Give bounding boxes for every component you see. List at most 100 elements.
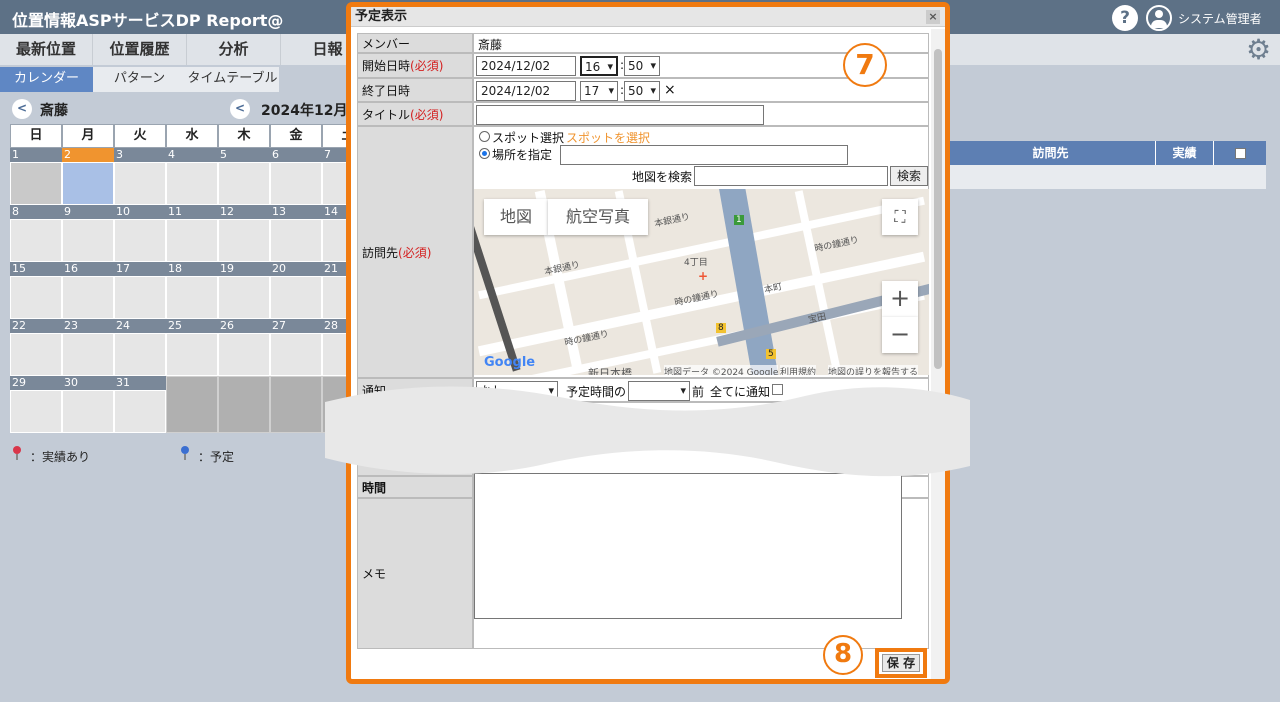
prev-member-icon[interactable]: < [12,99,32,119]
calendar-day-cell[interactable] [218,333,270,376]
place-specify-radio[interactable] [479,148,490,159]
calendar-day-number[interactable]: 1 [10,148,62,162]
calendar-day-cell[interactable] [218,276,270,319]
calendar-day-number[interactable]: 30 [62,376,114,390]
save-button[interactable]: 保 存 [882,654,920,672]
select-all-checkbox[interactable] [1234,148,1246,159]
calendar-day-cell[interactable] [114,219,166,262]
calendar-day-number[interactable]: 31 [114,376,166,390]
scrollbar-thumb[interactable] [934,49,942,369]
calendar-day-cell[interactable] [62,390,114,433]
end-hour-select[interactable]: 17 [580,81,618,101]
nav-analysis[interactable]: 分析 [187,34,281,65]
start-min-select[interactable]: 50 [624,56,660,76]
calendar-day-number[interactable]: 13 [270,205,322,219]
calendar-day-number[interactable]: 27 [270,319,322,333]
calendar-day-cell[interactable] [166,219,218,262]
calendar-day-number[interactable]: 25 [166,319,218,333]
end-min-select[interactable]: 50 [624,81,660,101]
calendar-day-number[interactable]: 22 [10,319,62,333]
calendar-day-cell[interactable] [10,333,62,376]
calendar-day-cell[interactable] [166,276,218,319]
map-search-button[interactable]: 検索 [890,166,928,186]
calendar-day-cell[interactable] [270,219,322,262]
title-input[interactable] [476,105,764,125]
calendar-day-number[interactable]: 29 [10,376,62,390]
start-date-input[interactable]: 2024/12/02 [476,56,576,76]
calendar-day-number[interactable]: 20 [270,262,322,276]
modal-scrollbar[interactable] [931,29,945,679]
calendar-day-cell[interactable] [62,276,114,319]
calendar-day-number[interactable]: 9 [62,205,114,219]
calendar-day-number[interactable]: 2 [62,148,114,162]
nav-latest-position[interactable]: 最新位置 [0,34,93,65]
help-icon[interactable]: ? [1112,5,1138,31]
calendar-day-cell[interactable] [218,162,270,205]
calendar-day-number[interactable]: 23 [62,319,114,333]
calendar-day-number[interactable]: 15 [10,262,62,276]
map-type-map[interactable]: 地図 [484,199,548,235]
calendar-day-number[interactable]: 24 [114,319,166,333]
end-date-input[interactable]: 2024/12/02 [476,81,576,101]
clear-end-icon[interactable]: × [664,82,676,98]
gear-icon[interactable]: ⚙ [1246,36,1271,64]
tab-timetable[interactable]: タイムテーブル [186,67,279,92]
weekday-wed: 水 [166,124,218,148]
tab-calendar[interactable]: カレンダー [0,67,93,92]
annotation-seven: 7 [843,43,887,87]
prev-month-icon[interactable]: < [230,99,250,119]
fullscreen-icon[interactable]: ⛶ [882,199,918,235]
zoom-out-button[interactable]: − [882,317,918,353]
calendar-day-number[interactable]: 6 [270,148,322,162]
map-terms-link[interactable]: 利用規約 [780,365,817,375]
table-row [946,165,1266,189]
save-button-highlight: 保 存 [875,648,927,678]
calendar-day-number[interactable]: 3 [114,148,166,162]
calendar-day-cell[interactable] [10,390,62,433]
calendar-day-number[interactable]: 10 [114,205,166,219]
calendar-day-cell[interactable] [270,162,322,205]
calendar-day-cell[interactable] [114,390,166,433]
tab-pattern[interactable]: パターン [93,67,186,92]
calendar-day-number[interactable]: 12 [218,205,270,219]
calendar-day-number[interactable]: 18 [166,262,218,276]
calendar-day-cell[interactable] [218,219,270,262]
memo-textarea[interactable] [474,473,902,619]
zoom-in-button[interactable]: + [882,281,918,317]
spot-select-radio[interactable] [479,131,490,142]
map-report-link[interactable]: 地図の誤りを報告する [828,365,919,375]
map-type-aerial[interactable]: 航空写真 [548,199,648,235]
calendar-day-number[interactable]: 17 [114,262,166,276]
calendar-day-cell[interactable] [10,162,62,205]
user-name[interactable]: システム管理者 [1178,10,1262,27]
calendar-day-cell[interactable] [166,162,218,205]
calendar-day-cell[interactable] [166,333,218,376]
calendar-day-cell[interactable] [62,162,114,205]
start-hour-select[interactable]: 16 [580,56,618,76]
user-icon[interactable] [1146,5,1172,31]
map-label: 本銀通り [653,212,691,230]
calendar-day-cell[interactable] [114,162,166,205]
close-icon[interactable]: × [926,10,940,24]
calendar-day-cell[interactable] [62,333,114,376]
calendar-day-number[interactable]: 5 [218,148,270,162]
calendar-day-cell[interactable] [270,276,322,319]
calendar-empty-cell [218,376,270,433]
calendar-day-cell[interactable] [62,219,114,262]
place-input[interactable] [560,145,848,165]
map-search-input[interactable] [694,166,888,186]
calendar-day-number[interactable]: 19 [218,262,270,276]
calendar-day-number[interactable]: 26 [218,319,270,333]
calendar-day-cell[interactable] [10,219,62,262]
calendar-day-cell[interactable] [10,276,62,319]
spot-select-link[interactable]: スポットを選択 [566,129,650,146]
nav-position-history[interactable]: 位置履歴 [93,34,187,65]
calendar-day-cell[interactable] [114,276,166,319]
map-view[interactable]: 地図 航空写真 ⛶ + − 本銀通り 時の鐘通り 本銀通り 4丁目 時の鐘通り … [474,189,929,375]
calendar-day-number[interactable]: 16 [62,262,114,276]
calendar-day-cell[interactable] [114,333,166,376]
calendar-day-number[interactable]: 4 [166,148,218,162]
calendar-day-number[interactable]: 11 [166,205,218,219]
calendar-day-number[interactable]: 8 [10,205,62,219]
calendar-day-cell[interactable] [270,333,322,376]
